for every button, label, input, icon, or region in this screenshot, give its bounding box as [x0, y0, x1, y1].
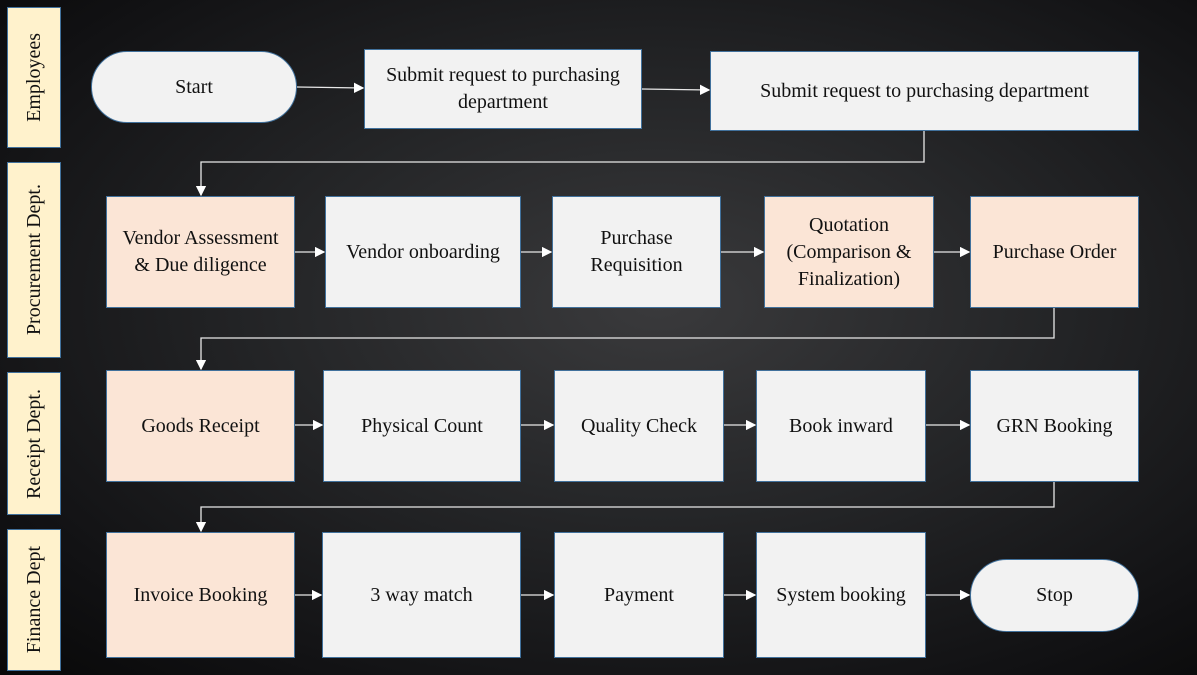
step-vendor-assessment: Vendor Assessment & Due diligence	[106, 196, 295, 308]
step-invoice-booking: Invoice Booking	[106, 532, 295, 658]
arrow	[195, 482, 1055, 533]
arrow	[296, 82, 365, 94]
step-goods-receipt: Goods Receipt	[106, 370, 295, 482]
step-book-inward: Book inward	[756, 370, 926, 482]
step-purchase-requisition: Purchase Requisition	[552, 196, 721, 308]
stop-terminal: Stop	[970, 559, 1139, 632]
step-payment: Payment	[554, 532, 724, 658]
step-grn-booking: GRN Booking	[970, 370, 1139, 482]
step-submit-request: Submit request to purchasing department	[364, 49, 642, 129]
arrow	[195, 308, 1055, 371]
arrow	[641, 84, 711, 96]
step-three-way-match: 3 way match	[322, 532, 521, 658]
start-terminal: Start	[91, 51, 297, 123]
step-system-booking: System booking	[756, 532, 926, 658]
step-quality-check: Quality Check	[554, 370, 724, 482]
step-purchase-order: Purchase Order	[970, 196, 1139, 308]
step-quotation: Quotation (Comparison & Finalization)	[764, 196, 934, 308]
arrow	[195, 131, 925, 197]
step-physical-count: Physical Count	[323, 370, 521, 482]
step-submit-request-2: Submit request to purchasing department	[710, 51, 1139, 131]
step-vendor-onboarding: Vendor onboarding	[325, 196, 521, 308]
